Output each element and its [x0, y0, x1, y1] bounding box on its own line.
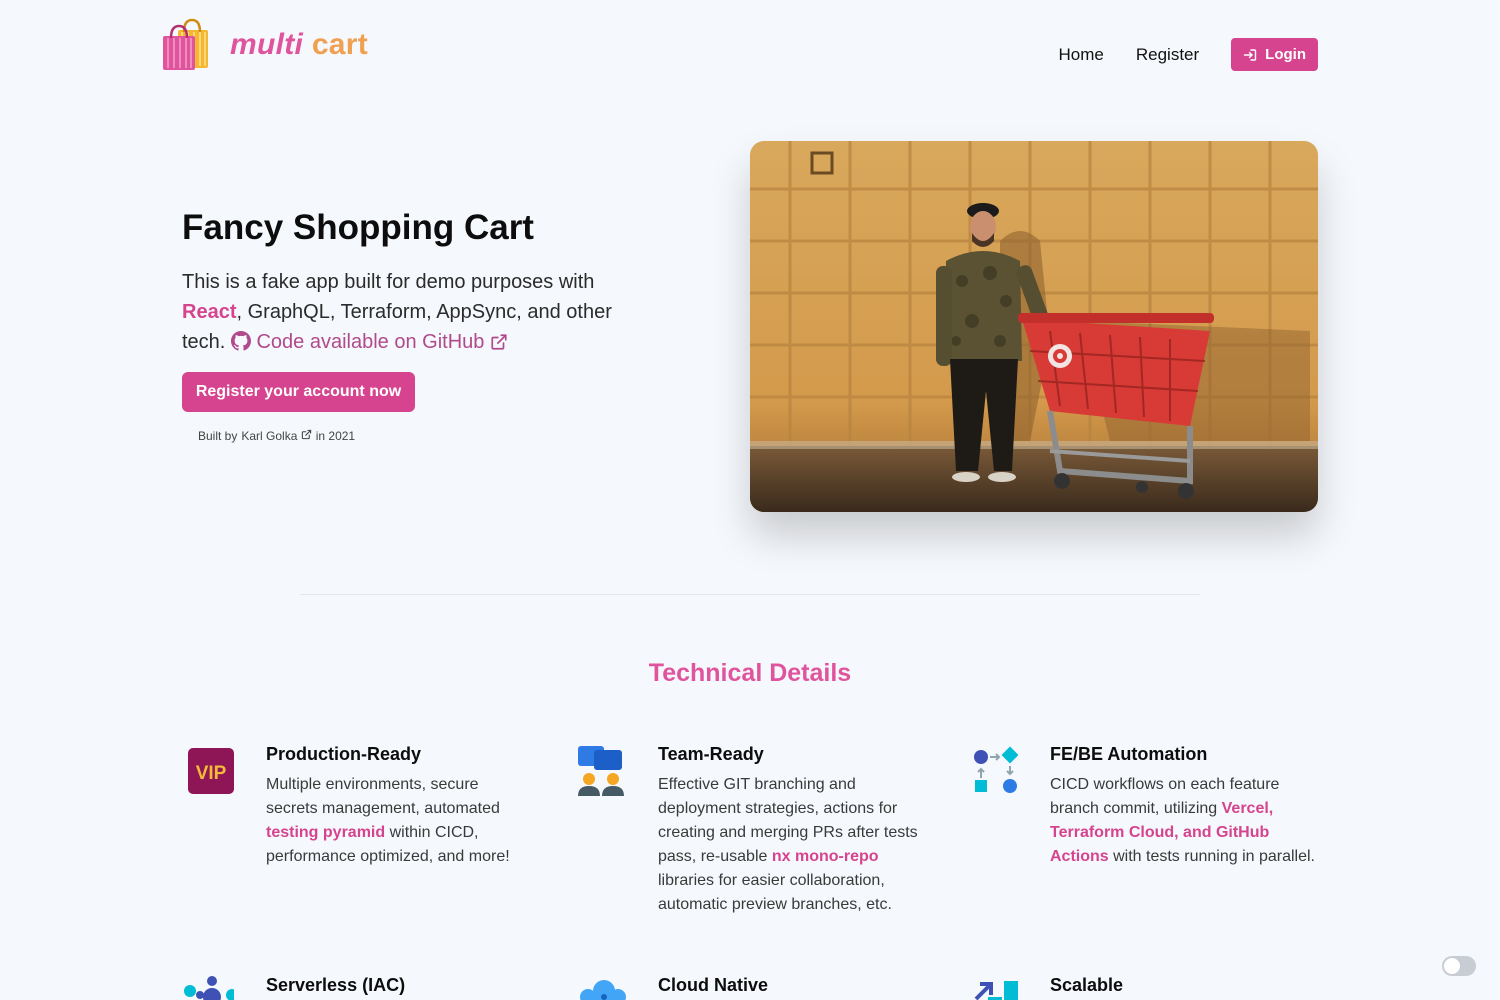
author-external-link-icon: [301, 429, 312, 443]
feature-desc-text: with tests running in parallel.: [1108, 848, 1315, 865]
feature-production-ready: VIP Production-Ready Multiple environmen…: [182, 744, 510, 874]
workflow-icon: [966, 744, 1019, 796]
nav-home-link[interactable]: Home: [1059, 45, 1104, 65]
feature-team-ready: Team-Ready Effective GIT branching and d…: [574, 744, 918, 924]
github-link[interactable]: Code available on GitHub: [230, 331, 508, 353]
feature-description: Effective GIT branching and deployment s…: [658, 773, 923, 917]
feature-desc-text: Multiple environments, secure secrets ma…: [266, 776, 500, 817]
feature-title: Serverless (IAC): [266, 975, 406, 995]
toggle-knob: [1444, 958, 1460, 974]
built-prefix: Built by: [198, 429, 238, 443]
testing-pyramid-link[interactable]: testing pyramid: [266, 824, 385, 841]
nx-mono-repo-link[interactable]: nx mono-repo: [772, 848, 879, 865]
feature-title: Team-Ready: [658, 744, 764, 764]
vip-icon: VIP: [182, 744, 234, 796]
feature-description: Multiple environments, secure secrets ma…: [266, 773, 531, 869]
logo-word-multi: multi: [230, 28, 304, 61]
hero-desc-prefix: This is a fake app built for demo purpos…: [182, 271, 595, 293]
hero-description: This is a fake app built for demo purpos…: [182, 267, 622, 357]
author-name: Karl Golka: [241, 429, 298, 443]
feature-fe-be-automation: FE/BE Automation CICD workflows on each …: [966, 744, 1315, 904]
main-nav: Home Register Login: [1059, 38, 1318, 71]
logo-word-cart: cart: [311, 28, 369, 61]
feature-title: Cloud Native: [658, 975, 769, 995]
svg-text:VIP: VIP: [196, 763, 227, 784]
login-icon: [1243, 48, 1257, 62]
shopping-bags-icon: [160, 18, 216, 72]
feature-serverless: Serverless (IAC): [182, 975, 482, 1000]
feature-desc-text: libraries for easier collaboration, auto…: [658, 872, 892, 913]
cloud-icon: [574, 975, 626, 1000]
section-divider: [300, 594, 1200, 595]
network-icon: [182, 975, 238, 1000]
theme-toggle[interactable]: [1442, 956, 1476, 976]
feature-description: CICD workflows on each feature branch co…: [1050, 773, 1315, 869]
scale-icon: [966, 975, 1018, 1000]
github-link-label: Code available on GitHub: [256, 331, 485, 353]
author-link[interactable]: Karl Golka: [241, 429, 311, 443]
hero-photo-man-with-shopping-cart: [750, 141, 1318, 512]
built-suffix: in 2021: [315, 429, 356, 443]
site-header: multi cart Home Register Login: [0, 0, 1500, 110]
team-icon: [574, 744, 626, 796]
github-icon: [230, 331, 257, 353]
hero-title: Fancy Shopping Cart: [182, 208, 534, 247]
nav-register-link[interactable]: Register: [1136, 45, 1199, 65]
feature-title: Production-Ready: [266, 744, 422, 764]
built-by-credit: Built by Karl Golka in 2021: [198, 429, 355, 443]
login-label: Login: [1265, 46, 1306, 63]
react-link[interactable]: React: [182, 301, 236, 323]
feature-cloud-native: Cloud Native: [574, 975, 874, 1000]
feature-title: Scalable: [1050, 975, 1124, 995]
technical-details-heading: Technical Details: [648, 659, 852, 687]
register-cta-button[interactable]: Register your account now: [182, 372, 415, 412]
external-link-icon: [490, 331, 508, 353]
login-button[interactable]: Login: [1231, 38, 1318, 71]
feature-scalable: Scalable: [966, 975, 1266, 1000]
logo-link[interactable]: multi cart: [160, 18, 368, 72]
logo-text: multi cart: [230, 28, 368, 62]
feature-title: FE/BE Automation: [1050, 744, 1208, 764]
